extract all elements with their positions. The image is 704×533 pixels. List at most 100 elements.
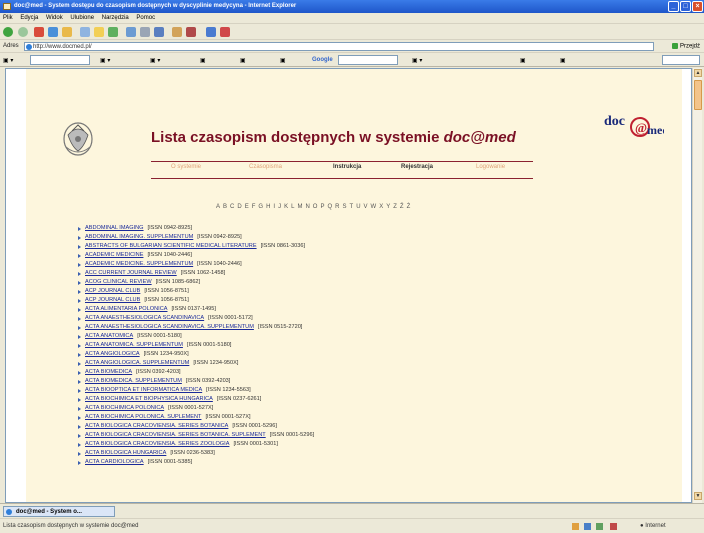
- minimize-button[interactable]: _: [668, 1, 679, 12]
- alphabet-letter[interactable]: W: [371, 204, 379, 210]
- links-item-8[interactable]: ▣: [520, 57, 526, 64]
- links-combo-1[interactable]: [30, 55, 90, 65]
- nav-registration[interactable]: Rejestracja: [401, 164, 433, 170]
- alphabet-letter[interactable]: L: [291, 204, 296, 210]
- taskbar-window-button[interactable]: doc@med - System o...: [3, 506, 115, 517]
- links-item-4[interactable]: ▣: [200, 57, 206, 64]
- alphabet-letter[interactable]: H: [266, 204, 272, 210]
- refresh-icon[interactable]: [48, 27, 58, 37]
- journal-link[interactable]: ACTA BIOLOGICA CRACOVIENSIA. SERIES ZOOL…: [85, 441, 229, 447]
- alphabet-letter[interactable]: C: [230, 204, 236, 210]
- alphabet-letter[interactable]: J: [278, 204, 283, 210]
- alphabet-letter[interactable]: S: [343, 204, 349, 210]
- stop-icon[interactable]: [34, 27, 44, 37]
- scroll-down-icon[interactable]: ▼: [694, 492, 702, 500]
- edit-icon[interactable]: [154, 27, 164, 37]
- alphabet-letter[interactable]: B: [223, 204, 229, 210]
- links-combo-2[interactable]: [662, 55, 700, 65]
- alphabet-letter[interactable]: O: [313, 204, 320, 210]
- maximize-button[interactable]: □: [680, 1, 691, 12]
- journal-link[interactable]: ABDOMINAL IMAGING. SUPPLEMENTUM: [85, 234, 193, 240]
- alphabet-letter[interactable]: I: [273, 204, 277, 210]
- links-item-3[interactable]: ▣ ▾: [150, 57, 160, 64]
- alphabet-letter[interactable]: X: [379, 204, 385, 210]
- alphabet-letter[interactable]: T: [350, 204, 356, 210]
- print-icon[interactable]: [140, 27, 150, 37]
- journal-link[interactable]: ACTA ANAESTHESIOLOGICA SCANDINAVICA. SUP…: [85, 324, 254, 330]
- menu-help[interactable]: Pomoc: [136, 15, 155, 21]
- alphabet-letter[interactable]: R: [335, 204, 341, 210]
- journal-link[interactable]: ACTA BIOCHIMICA POLONICA: [85, 405, 164, 411]
- journal-link[interactable]: ACTA ANGIOLOGICA. SUPPLEMENTUM: [85, 360, 189, 366]
- journal-link[interactable]: ACTA BIOCHIMICA ET BIOPHYSICA HUNGARICA: [85, 396, 213, 402]
- alphabet-letter[interactable]: Ź: [400, 204, 406, 210]
- links-item-6[interactable]: ▣: [280, 57, 286, 64]
- alphabet-letter[interactable]: Ż: [407, 204, 413, 210]
- journal-link[interactable]: ACTA BIOLOGICA CRACOVIENSIA. SERIES BOTA…: [85, 423, 228, 429]
- alphabet-letter[interactable]: G: [258, 204, 265, 210]
- alphabet-letter[interactable]: K: [284, 204, 290, 210]
- nav-instructions[interactable]: Instrukcja: [333, 164, 361, 170]
- discuss-icon[interactable]: [172, 27, 182, 37]
- journal-link[interactable]: ACP JOURNAL CLUB: [85, 297, 140, 303]
- journal-link[interactable]: ACTA BIOCHIMICA POLONICA. SUPLEMENT: [85, 414, 201, 420]
- alphabet-letter[interactable]: P: [320, 204, 326, 210]
- scroll-up-icon[interactable]: ▲: [694, 69, 702, 77]
- journal-link[interactable]: ACTA ALIMENTARIA POLONICA: [85, 306, 167, 312]
- links-item-9[interactable]: ▣: [560, 57, 566, 64]
- alphabet-letter[interactable]: M: [297, 204, 304, 210]
- google-search-input[interactable]: [338, 55, 398, 65]
- links-item-2[interactable]: ▣ ▾: [100, 57, 110, 64]
- nav-journals[interactable]: Czasopisma: [249, 164, 282, 170]
- journal-link[interactable]: ABDOMINAL IMAGING: [85, 225, 144, 231]
- scroll-thumb[interactable]: [694, 80, 702, 110]
- journal-link[interactable]: ACTA BIOOPTICA ET INFORMATICA MEDICA: [85, 387, 202, 393]
- menu-tools[interactable]: Narzędzia: [102, 15, 129, 21]
- menu-favorites[interactable]: Ulubione: [70, 15, 94, 21]
- journal-link[interactable]: ACTA BIOMEDICA. SUPPLEMENTUM: [85, 378, 182, 384]
- address-input[interactable]: http://www.docmed.pl/: [24, 42, 654, 51]
- home-icon[interactable]: [62, 27, 72, 37]
- nav-login[interactable]: Logowanie: [476, 164, 505, 170]
- vertical-scrollbar[interactable]: ▲ ▼: [692, 68, 702, 503]
- favorites-icon[interactable]: [94, 27, 104, 37]
- links-item-7[interactable]: ▣ ▾: [412, 57, 422, 64]
- journal-link[interactable]: ACADEMIC MEDICINE: [85, 252, 143, 258]
- mail-icon[interactable]: [126, 27, 136, 37]
- alphabet-letter[interactable]: A: [216, 204, 222, 210]
- alphabet-letter[interactable]: Z: [393, 204, 399, 210]
- alphabet-letter[interactable]: V: [364, 204, 370, 210]
- menu-view[interactable]: Widok: [46, 15, 63, 21]
- journal-link[interactable]: ACC CURRENT JOURNAL REVIEW: [85, 270, 177, 276]
- journal-link[interactable]: ACTA ANATOMICA: [85, 333, 133, 339]
- journal-link[interactable]: ACTA ANGIOLOGICA: [85, 351, 140, 357]
- links-item-5[interactable]: ▣: [240, 57, 246, 64]
- search-icon[interactable]: [80, 27, 90, 37]
- close-button[interactable]: ×: [692, 1, 703, 12]
- journal-link[interactable]: ACTA BIOMEDICA: [85, 369, 132, 375]
- nav-about[interactable]: O systemie: [171, 164, 201, 170]
- journal-link[interactable]: ABSTRACTS OF BULGARIAN SCIENTIFIC MEDICA…: [85, 243, 257, 249]
- links-item-1[interactable]: ▣ ▾: [3, 57, 13, 64]
- alphabet-letter[interactable]: F: [252, 204, 258, 210]
- alphabet-letter[interactable]: E: [245, 204, 251, 210]
- journal-link[interactable]: ACTA BIOLOGICA HUNGARICA: [85, 450, 166, 456]
- messenger-icon[interactable]: [206, 27, 216, 37]
- menu-edit[interactable]: Edycja: [20, 15, 38, 21]
- journal-link[interactable]: ACTA BIOLOGICA CRACOVIENSIA. SERIES BOTA…: [85, 432, 266, 438]
- alphabet-letter[interactable]: U: [356, 204, 362, 210]
- alphabet-letter[interactable]: Q: [327, 204, 334, 210]
- go-button[interactable]: Przejdź: [672, 43, 700, 50]
- journal-link[interactable]: ACTA CARDIOLOGICA: [85, 459, 144, 465]
- tool-icon[interactable]: [220, 27, 230, 37]
- research-icon[interactable]: [186, 27, 196, 37]
- journal-link[interactable]: ACTA ANATOMICA. SUPPLEMENTUM: [85, 342, 183, 348]
- journal-link[interactable]: ACTA ANAESTHESIOLOGICA SCANDINAVICA: [85, 315, 204, 321]
- alphabet-letter[interactable]: D: [237, 204, 243, 210]
- alphabet-letter[interactable]: N: [305, 204, 311, 210]
- journal-link[interactable]: ACADEMIC MEDICINE. SUPPLEMENTUM: [85, 261, 193, 267]
- history-icon[interactable]: [108, 27, 118, 37]
- forward-icon[interactable]: [18, 27, 28, 37]
- alphabet-letter[interactable]: Y: [386, 204, 392, 210]
- journal-link[interactable]: ACP JOURNAL CLUB: [85, 288, 140, 294]
